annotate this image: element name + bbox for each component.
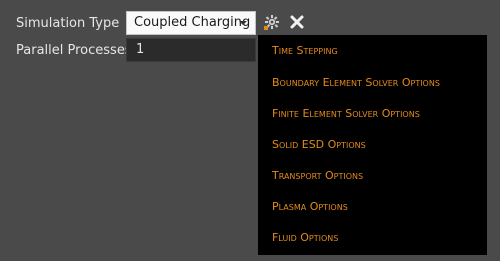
options-menu: Time Stepping Boundary Element Solver Op… (258, 35, 487, 255)
parallel-processes-input[interactable]: 1 (126, 38, 256, 62)
menu-item-fluid-options[interactable]: Fluid Options (272, 227, 338, 249)
simulation-type-dropdown[interactable]: Coupled Charging (126, 11, 256, 35)
simulation-type-label: Simulation Type (16, 16, 120, 31)
menu-item-time-stepping[interactable]: Time Stepping (272, 40, 338, 62)
menu-item-plasma-options[interactable]: Plasma Options (272, 196, 348, 218)
gear-icon[interactable] (264, 14, 280, 30)
menu-item-solid-esd-options[interactable]: Solid ESD Options (272, 134, 366, 156)
parallel-processes-value: 1 (136, 42, 145, 57)
parallel-processes-label: Parallel Processes (16, 43, 132, 58)
menu-item-transport-options[interactable]: Transport Options (272, 165, 363, 187)
menu-item-boundary-element-solver-options[interactable]: Boundary Element Solver Options (272, 72, 440, 94)
menu-item-finite-element-solver-options[interactable]: Finite Element Solver Options (272, 103, 420, 125)
chevron-down-icon (239, 21, 247, 25)
simulation-type-value: Coupled Charging (134, 15, 251, 30)
close-icon[interactable] (289, 14, 305, 30)
